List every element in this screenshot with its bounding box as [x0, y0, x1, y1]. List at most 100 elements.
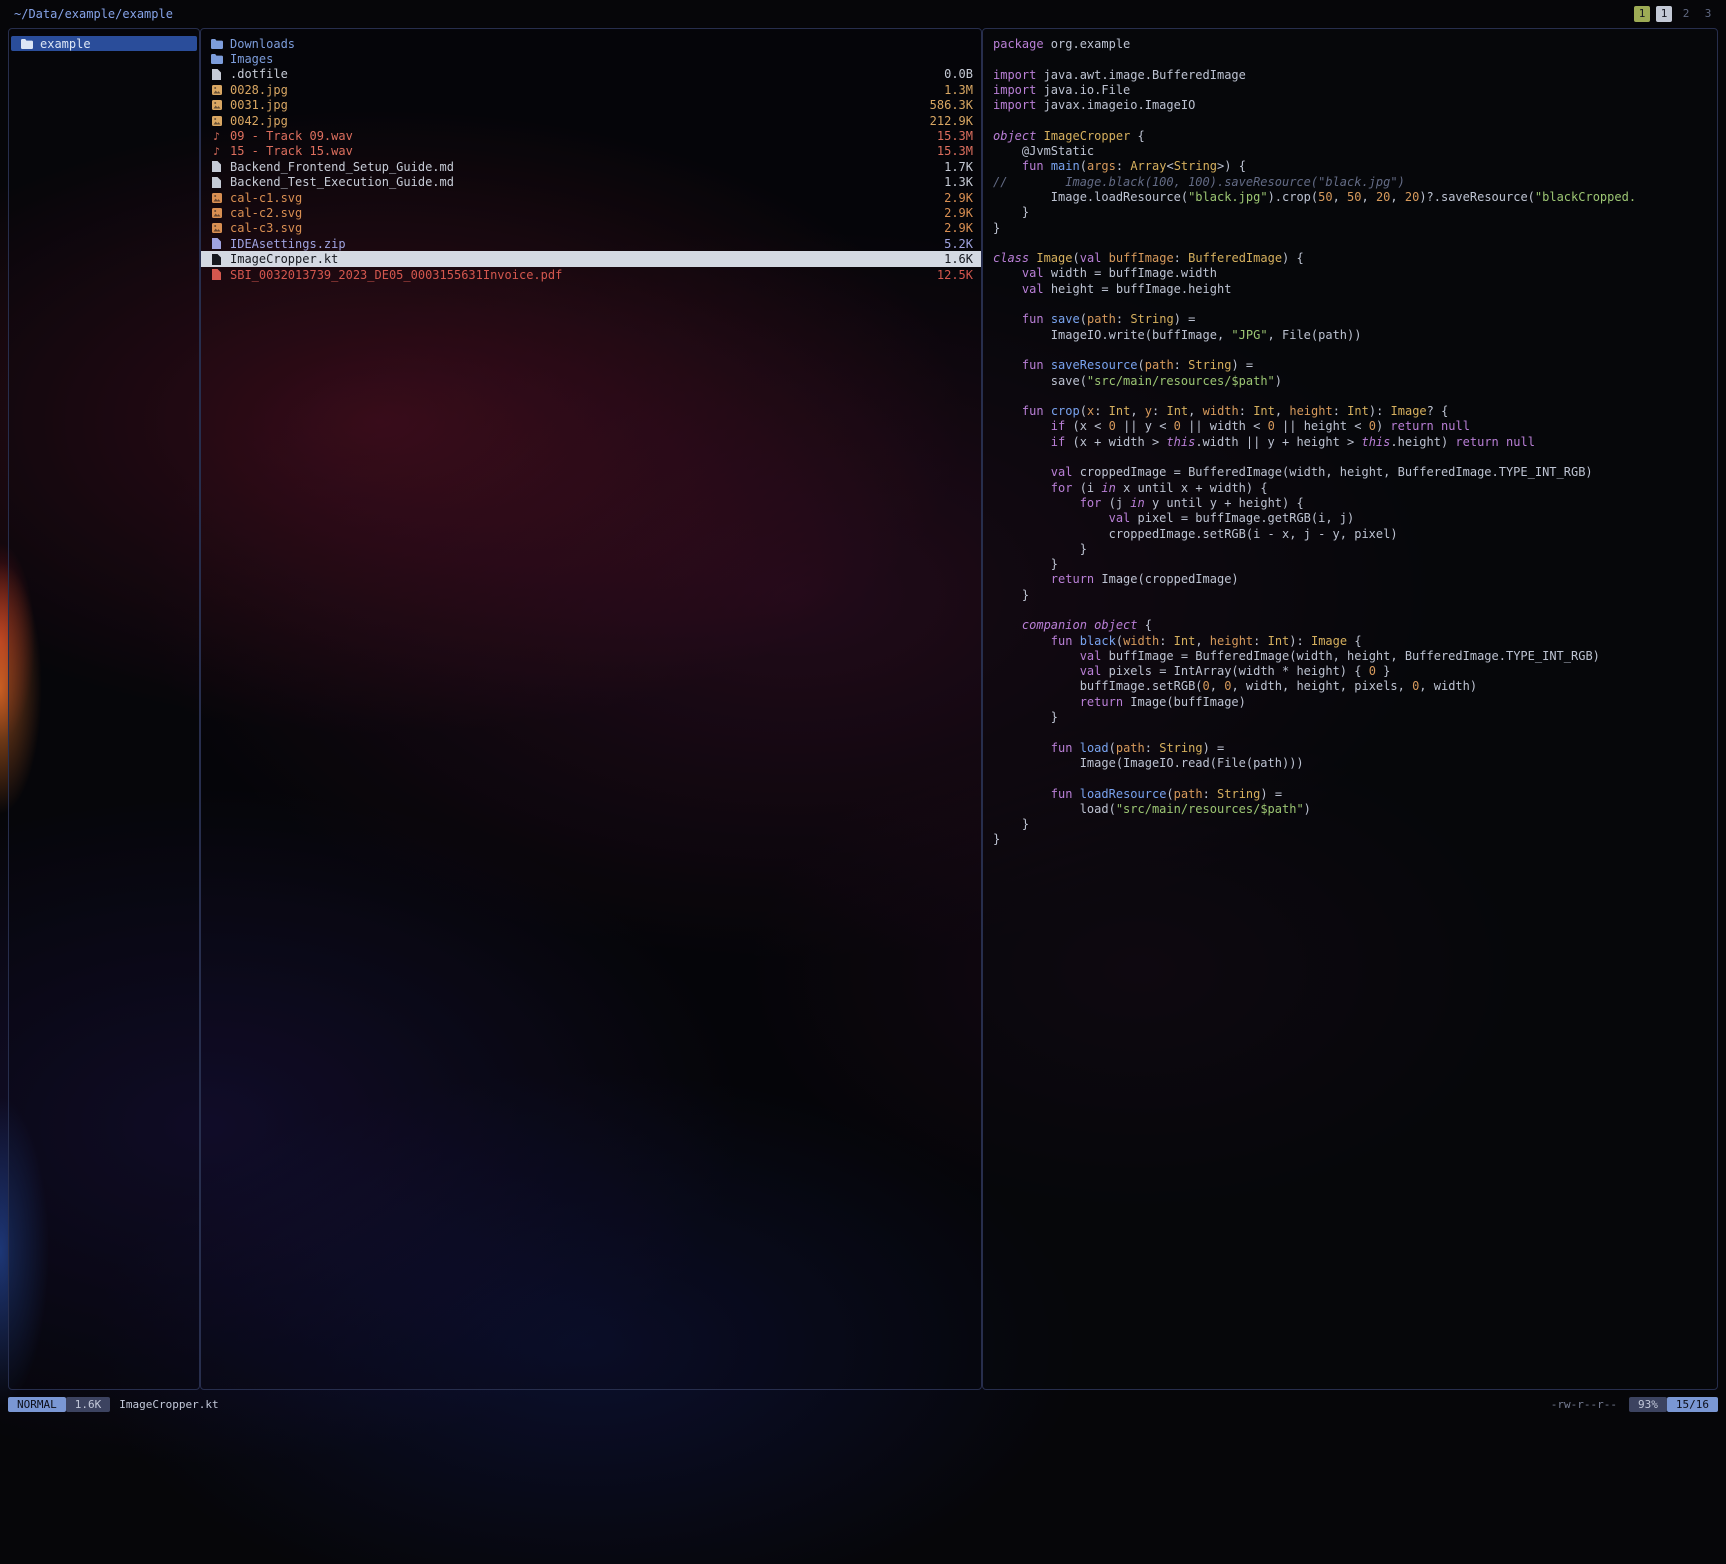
tab-1[interactable]: 1: [1634, 6, 1650, 22]
file-row[interactable]: ♪ 09 - Track 09.wav 15.3M: [201, 128, 981, 143]
code-line: }: [993, 205, 1717, 220]
code-line: }: [993, 557, 1717, 572]
file-row[interactable]: 0042.jpg 212.9K: [201, 113, 981, 128]
status-filename: ImageCropper.kt: [119, 1398, 218, 1411]
tab-2[interactable]: 2: [1678, 6, 1694, 22]
file-name: example: [40, 37, 91, 51]
code-line: }: [993, 832, 1717, 847]
file-name: Images: [230, 52, 273, 66]
file-row[interactable]: cal-c2.svg2.9K: [201, 205, 981, 220]
file-row[interactable]: ♪15 - Track 15.wav15.3M: [201, 144, 981, 159]
file-row[interactable]: IDEAsettings.zip5.2K: [201, 236, 981, 251]
code-line: @JvmStatic: [993, 144, 1717, 159]
file-size: 1.6K: [932, 252, 973, 266]
code-line: [993, 725, 1717, 740]
file-name: SBI_0032013739_2023_DE05_0003155631Invoi…: [230, 268, 562, 282]
code-line: for (i in x until x + width) {: [993, 481, 1717, 496]
file-name: .dotfile: [230, 67, 288, 81]
code-line: val pixel = buffImage.getRGB(i, j): [993, 511, 1717, 526]
file-row[interactable]: Backend_Test_Execution_Guide.md 1.3K: [201, 175, 981, 190]
code-line: [993, 297, 1717, 312]
file-size: 1.3K: [932, 175, 973, 189]
file-row[interactable]: Backend_Frontend_Setup_Guide.md 1.7K: [201, 159, 981, 174]
folder-icon: [209, 39, 224, 49]
parent-dir-list: example: [9, 29, 199, 51]
file-name: 0031.jpg: [230, 98, 288, 112]
file-row[interactable]: cal-c3.svg 2.9K: [201, 221, 981, 236]
file-size: 2.9K: [932, 221, 973, 235]
parent-row[interactable]: example: [11, 36, 197, 51]
code-line: fun saveResource(path: String) =: [993, 358, 1717, 373]
code-line: }: [993, 221, 1717, 236]
file-name: 09 - Track 09.wav: [230, 129, 353, 143]
file-row[interactable]: 0028.jpg1.3M: [201, 82, 981, 97]
tab-3[interactable]: 3: [1700, 6, 1716, 22]
audio-icon: ♪: [209, 130, 224, 143]
file-row[interactable]: cal-c1.svg 2.9K: [201, 190, 981, 205]
file-name: cal-c1.svg: [230, 191, 302, 205]
file-row[interactable]: SBI_0032013739_2023_DE05_0003155631Invoi…: [201, 267, 981, 282]
file-size: 2.9K: [932, 206, 973, 220]
preview-pane[interactable]: package org.example import java.awt.imag…: [982, 28, 1718, 1390]
code-line: [993, 389, 1717, 404]
file-row[interactable]: Downloads: [201, 36, 981, 51]
code-line: val croppedImage = BufferedImage(width, …: [993, 465, 1717, 480]
code-line: load("src/main/resources/$path"): [993, 802, 1717, 817]
file-size: 12.5K: [925, 268, 973, 282]
file-size: 0.0B: [932, 67, 973, 81]
code-line: croppedImage.setRGB(i - x, j - y, pixel): [993, 527, 1717, 542]
audio-icon: ♪: [209, 145, 224, 158]
markdown-icon: [209, 177, 224, 188]
code-line: package org.example: [993, 37, 1717, 52]
image-icon: [209, 116, 224, 126]
file-row[interactable]: ImageCropper.kt 1.6K: [201, 251, 981, 266]
kotlin-icon: [209, 254, 224, 265]
image-icon: [209, 85, 224, 95]
code-line: save("src/main/resources/$path"): [993, 374, 1717, 389]
code-line: fun main(args: Array<String>) {: [993, 159, 1717, 174]
code-line: Image.loadResource("black.jpg").crop(50,…: [993, 190, 1717, 205]
file-name: IDEAsettings.zip: [230, 237, 346, 251]
scroll-percent-badge: 93%: [1629, 1397, 1667, 1412]
svg-icon: [209, 208, 224, 218]
file-size: 1.7K: [932, 160, 973, 174]
file-size-badge: 1.6K: [66, 1397, 111, 1412]
file-list: DownloadsImages.dotfile0.0B0028.jpg1.3M0…: [201, 29, 981, 282]
file-size: 15.3M: [925, 144, 973, 158]
breadcrumb-path: ~/Data/example/example: [14, 7, 173, 21]
folder-icon: [209, 54, 224, 64]
code-line: for (j in y until y + height) {: [993, 496, 1717, 511]
file-size: 212.9K: [918, 114, 973, 128]
code-line: [993, 771, 1717, 786]
code-line: return Image(croppedImage): [993, 572, 1717, 587]
topbar: ~/Data/example/example 1123: [0, 0, 1726, 28]
code-line: return Image(buffImage): [993, 695, 1717, 710]
file-name: ImageCropper.kt: [230, 252, 338, 266]
code-line: fun save(path: String) =: [993, 312, 1717, 327]
markdown-icon: [209, 161, 224, 172]
code-line: [993, 603, 1717, 618]
code-preview: package org.example import java.awt.imag…: [983, 29, 1717, 848]
file-size: 2.9K: [932, 191, 973, 205]
file-name: cal-c3.svg: [230, 221, 302, 235]
parent-pane[interactable]: example: [8, 28, 200, 1390]
code-line: }: [993, 710, 1717, 725]
file-row[interactable]: Images: [201, 51, 981, 66]
mode-badge: NORMAL: [8, 1397, 66, 1412]
file-name: Downloads: [230, 37, 295, 51]
tab-1[interactable]: 1: [1656, 6, 1672, 22]
file-name: Backend_Test_Execution_Guide.md: [230, 175, 454, 189]
file-size: 586.3K: [918, 98, 973, 112]
code-line: [993, 113, 1717, 128]
file-name: 0042.jpg: [230, 114, 288, 128]
file-name: Backend_Frontend_Setup_Guide.md: [230, 160, 454, 174]
code-line: fun crop(x: Int, y: Int, width: Int, hei…: [993, 404, 1717, 419]
status-right-group: -rw-r--r-- 93% 15/16: [1551, 1397, 1718, 1412]
file-list-pane[interactable]: DownloadsImages.dotfile0.0B0028.jpg1.3M0…: [200, 28, 982, 1390]
file-row[interactable]: 0031.jpg 586.3K: [201, 98, 981, 113]
code-line: import java.awt.image.BufferedImage: [993, 68, 1717, 83]
file-size: 15.3M: [925, 129, 973, 143]
svg-icon: [209, 223, 224, 233]
file-row[interactable]: .dotfile 0.0B: [201, 67, 981, 82]
image-icon: [209, 100, 224, 110]
